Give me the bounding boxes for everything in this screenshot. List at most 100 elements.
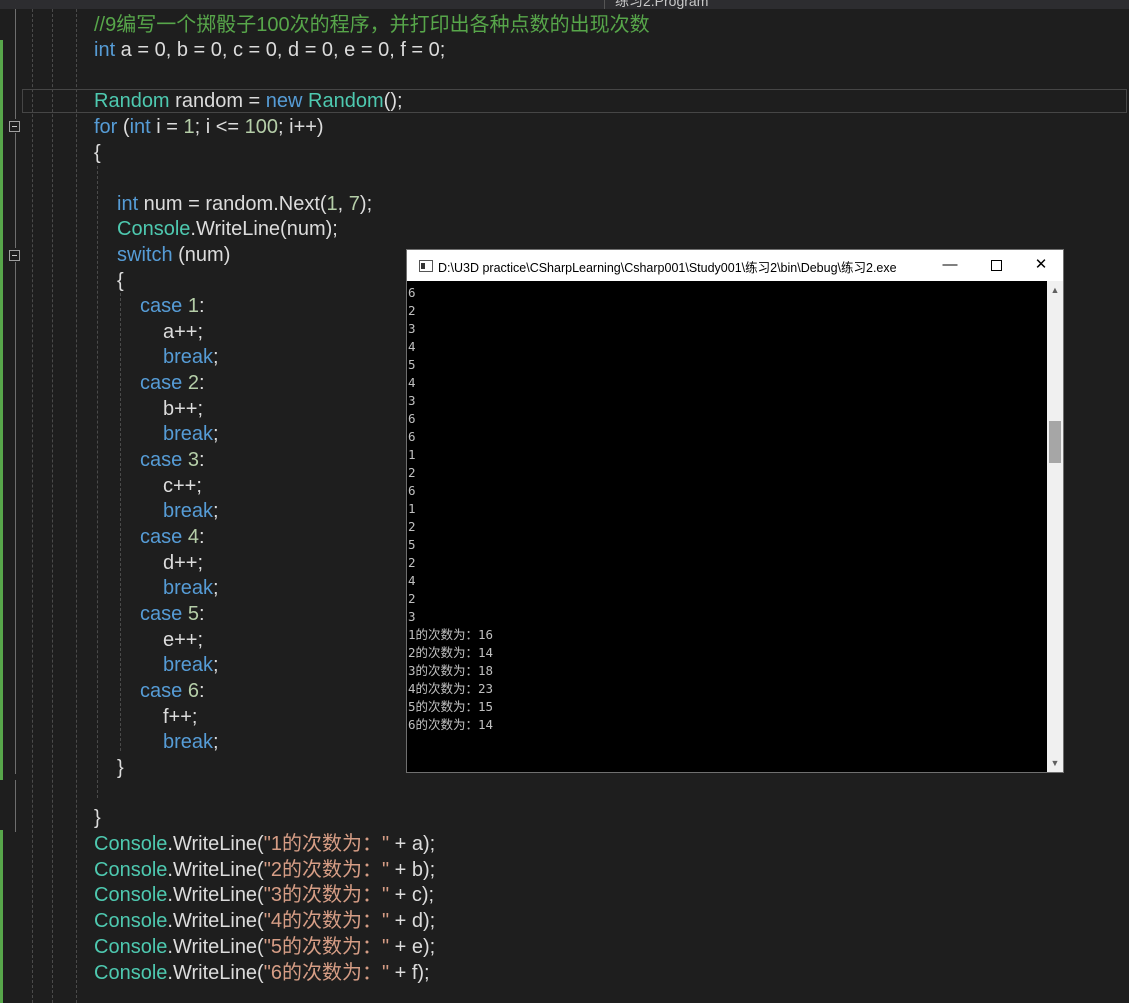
keyword: case [140,526,183,548]
code-line: break; [163,729,219,755]
code-line: Console.WriteLine("6的次数为：" + f); [94,960,430,986]
console-line: 5的次数为：15 [408,699,494,714]
number-literal: 4 [187,526,199,548]
number-literal: 1 [187,295,199,317]
number-literal: 7 [348,193,360,215]
code-line: b++; [163,398,204,420]
scroll-down-icon[interactable]: ▼ [1047,756,1063,770]
code-text: + a); [389,833,436,855]
number-literal: 1 [183,116,195,138]
keyword: int [129,116,151,138]
code-text: .WriteLine( [167,833,264,855]
code-line: Console.WriteLine("5的次数为：" + e); [94,934,435,960]
code-line: f++; [163,706,198,728]
maximize-icon[interactable] [973,250,1019,281]
code-line: { [94,142,101,164]
code-text: , [337,193,349,215]
console-line: 3 [408,609,416,624]
console-line: 2的次数为：14 [408,645,494,660]
console-line: 4的次数为：23 [408,681,494,696]
console-line: 4 [408,573,416,588]
console-line: 2 [408,519,416,534]
indent-guide [97,166,98,798]
comment: //9编写一个掷骰子100次的程序，并打印出各种点数的出现次数 [94,14,650,36]
code-text: + c); [389,884,435,907]
console-line: 4 [408,339,416,354]
console-line: 3 [408,321,416,336]
code-text: ( [117,116,130,138]
code-line: } [117,757,124,779]
keyword: break [163,346,214,368]
number-literal: 6 [187,680,199,702]
console-scrollbar[interactable]: ▲ ▼ [1047,281,1063,772]
code-line: break; [163,421,219,447]
string-literal: "3的次数为：" [263,884,390,907]
change-margin-bar [0,40,3,780]
console-line: 6 [408,411,416,426]
editor-tab-bar: 练习2.Program [0,0,1129,9]
console-window[interactable]: D:\U3D practice\CSharpLearning\Csharp001… [406,249,1064,773]
code-text: ); [359,193,373,215]
code-text: + e); [389,935,436,958]
console-line: 2 [408,555,416,570]
console-line: 3的次数为：18 [408,663,494,678]
keyword: new [265,90,303,112]
code-text: ; [213,500,219,522]
code-text: : [198,295,205,317]
console-line: 2 [408,303,416,318]
code-text: : [198,449,205,471]
console-title: D:\U3D practice\CSharpLearning\Csharp001… [438,261,897,275]
console-line: 1 [408,501,416,516]
code-text: .WriteLine( [167,858,264,881]
scroll-thumb[interactable] [1049,421,1061,463]
type-name: Console [94,858,168,881]
console-line: 6的次数为：14 [408,717,494,732]
code-text: .WriteLine( [167,884,264,907]
code-line: break; [163,652,219,678]
code-text: .WriteLine( [167,935,264,958]
type-name: Random [308,90,384,112]
minimize-icon[interactable]: — [927,250,973,281]
code-line: Console.WriteLine("1的次数为：" + a); [94,831,435,857]
string-literal: "5的次数为：" [263,935,390,958]
code-text: : [198,526,205,548]
collapse-icon[interactable] [9,121,20,132]
console-line: 6 [408,429,416,444]
console-line: 6 [408,483,416,498]
code-text: + d); [389,910,436,933]
code-text: ; [213,423,219,445]
type-name: Console [94,833,168,855]
keyword: int [94,39,116,61]
string-literal: "6的次数为：" [263,961,390,984]
code-line: d++; [163,552,204,574]
number-literal: 100 [244,116,279,138]
code-text: + b); [389,858,436,881]
code-line: break; [163,344,219,370]
code-line: Random random = new Random(); [94,88,403,114]
collapse-icon[interactable] [9,250,20,261]
keyword: int [117,193,139,215]
code-line: //9编写一个掷骰子100次的程序，并打印出各种点数的出现次数 [94,12,650,38]
scroll-up-icon[interactable]: ▲ [1047,283,1063,297]
fold-line [15,133,16,248]
console-app-icon [419,260,433,272]
code-line: c++; [163,475,202,497]
number-literal: 1 [326,193,338,215]
code-line: a++; [163,321,204,343]
string-literal: "4的次数为：" [263,910,390,933]
console-output: 6 2 3 4 5 4 3 6 6 1 2 6 1 2 5 2 4 2 3 1的次数为：16 2的次数为：14 3的次数为… [408,284,1048,772]
code-line: for (int i = 1; i <= 100; i++) [94,114,324,140]
code-line: { [117,270,124,292]
code-line: break; [163,498,219,524]
string-literal: "2的次数为：" [263,858,390,881]
console-titlebar[interactable]: D:\U3D practice\CSharpLearning\Csharp001… [407,250,1063,281]
code-line: e++; [163,629,204,651]
close-icon[interactable]: ✕ [1018,250,1064,281]
number-literal: 2 [187,372,199,394]
code-text: ; [213,731,219,753]
code-text: + f); [389,961,430,984]
code-text: ; i <= [194,116,245,138]
editor-tab-label[interactable]: 练习2.Program [615,0,708,9]
code-text: : [198,680,205,702]
console-line: 2 [408,465,416,480]
